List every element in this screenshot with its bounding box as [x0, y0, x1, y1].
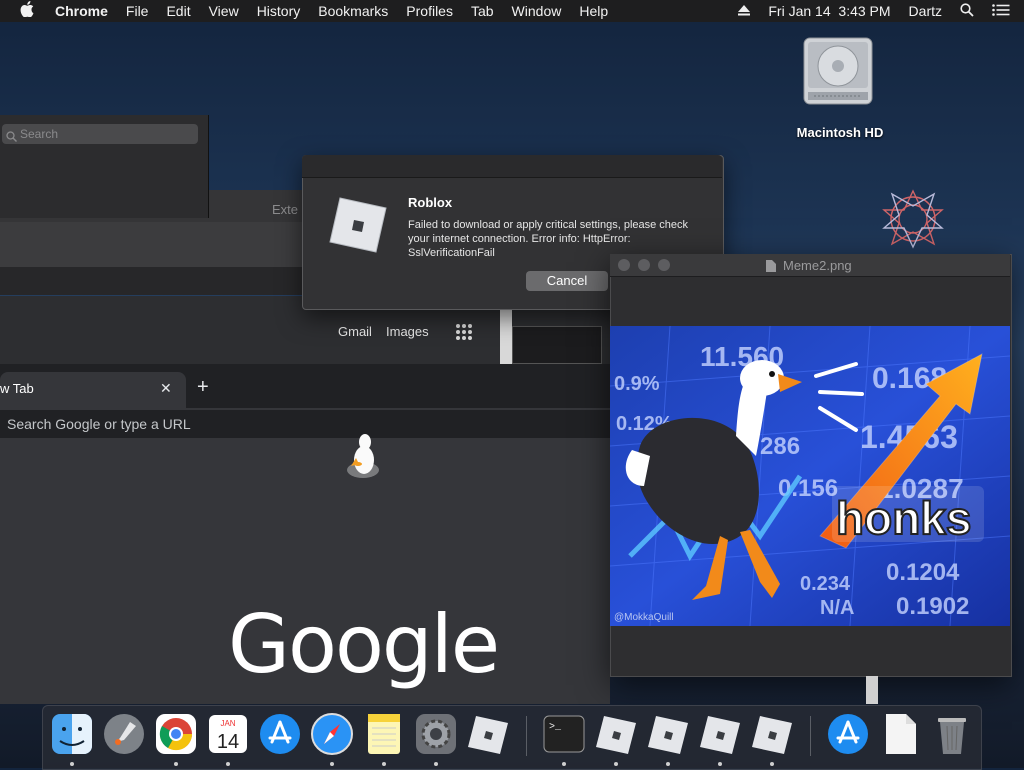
trash-icon[interactable]	[930, 712, 974, 756]
svg-text:>_: >_	[549, 722, 562, 733]
app-store-icon[interactable]	[258, 712, 302, 756]
dock-divider	[526, 716, 527, 756]
meme-number: 0.1204	[886, 559, 960, 586]
apple-menu-icon[interactable]	[0, 1, 46, 21]
menu-history[interactable]: History	[248, 3, 310, 19]
menu-view[interactable]: View	[200, 3, 248, 19]
roblox-launcher-icon[interactable]	[750, 712, 794, 756]
chrome-icon[interactable]	[154, 712, 198, 756]
search-icon	[6, 128, 17, 148]
meme-image: 11.560 0.168 1.4563 1.0287 0.1204 0.1902…	[609, 325, 1011, 627]
menu-file[interactable]: File	[117, 3, 158, 19]
running-indicator	[382, 762, 386, 766]
document-icon	[766, 259, 776, 272]
launchpad-icon[interactable]	[102, 712, 146, 756]
menu-help[interactable]: Help	[570, 3, 617, 19]
alert-title: Roblox	[408, 195, 453, 210]
search-placeholder: Search	[20, 127, 59, 141]
close-window-button[interactable]	[618, 259, 630, 271]
menu-app-name[interactable]: Chrome	[46, 3, 117, 19]
running-indicator	[174, 762, 178, 766]
preview-window-title: Meme2.png	[783, 258, 852, 273]
roblox-dock-icon[interactable]	[466, 712, 510, 756]
images-link[interactable]: Images	[386, 324, 429, 339]
cancel-button[interactable]: Cancel	[526, 271, 608, 291]
menu-edit[interactable]: Edit	[157, 3, 199, 19]
meme-watermark: @MokkaQuill	[614, 612, 674, 623]
running-indicator	[330, 762, 334, 766]
dock-divider	[810, 716, 811, 756]
meme-number: 286	[760, 433, 800, 460]
meme-number: N/A	[820, 597, 854, 619]
document-stack-icon[interactable]	[878, 712, 922, 756]
window-divider	[500, 310, 512, 364]
omnibox-input[interactable]: Search Google or type a URL	[0, 410, 610, 438]
calendar-icon[interactable]: JAN 14	[206, 712, 250, 756]
eject-icon[interactable]	[729, 3, 759, 19]
meme-number: 0.234	[800, 573, 851, 595]
preview-bottom-area	[611, 627, 1009, 675]
menu-clock[interactable]: Fri Jan 14 3:43 PM	[759, 3, 899, 19]
menu-profiles[interactable]: Profiles	[397, 3, 462, 19]
roblox-studio-icon[interactable]	[646, 712, 690, 756]
meme-caption: honks	[836, 492, 971, 544]
roblox-icon	[326, 194, 388, 256]
meme-number: 0.9%	[614, 373, 660, 395]
running-indicator	[226, 762, 230, 766]
background-window-band-dark	[0, 267, 320, 295]
running-indicator	[434, 762, 438, 766]
spotlight-search-icon[interactable]	[951, 2, 983, 20]
google-apps-icon[interactable]	[455, 323, 473, 341]
menu-window[interactable]: Window	[503, 3, 571, 19]
background-ext-label: Exte	[272, 202, 299, 217]
decorative-snowflake-icon	[872, 186, 954, 252]
running-indicator	[614, 762, 618, 766]
running-indicator	[70, 762, 74, 766]
system-preferences-icon[interactable]	[414, 712, 458, 756]
terminal-icon[interactable]: >_	[542, 712, 586, 756]
calendar-day: 14	[217, 731, 239, 753]
meme-number: 0.1902	[896, 593, 969, 620]
minimize-window-button[interactable]	[638, 259, 650, 271]
notification-center-icon[interactable]	[983, 3, 1024, 19]
window-divider	[866, 676, 878, 704]
google-logo: Google	[228, 598, 500, 691]
running-indicator	[666, 762, 670, 766]
finder-icon[interactable]	[50, 712, 94, 756]
macintosh-hd-label: Macintosh HD	[796, 125, 884, 140]
preview-toolbar	[611, 277, 1009, 325]
roblox-player-icon[interactable]	[594, 712, 638, 756]
calendar-month: JAN	[220, 719, 235, 728]
menu-tab[interactable]: Tab	[462, 3, 503, 19]
background-window-band	[0, 222, 320, 267]
background-window-fragment	[512, 326, 602, 364]
running-indicator	[770, 762, 774, 766]
menu-bookmarks[interactable]: Bookmarks	[309, 3, 397, 19]
downloads-folder-icon[interactable]	[826, 712, 870, 756]
roblox-app-icon[interactable]	[698, 712, 742, 756]
tab-title[interactable]: w Tab	[0, 381, 34, 396]
background-search-field[interactable]: Search	[2, 124, 198, 144]
zoom-window-button[interactable]	[658, 259, 670, 271]
running-indicator	[718, 762, 722, 766]
gmail-link[interactable]: Gmail	[338, 324, 372, 339]
new-tab-button[interactable]: +	[197, 376, 209, 399]
macintosh-hd-icon[interactable]	[800, 34, 876, 110]
running-indicator	[562, 762, 566, 766]
desktop-goose-icon[interactable]	[344, 430, 382, 480]
alert-titlebar[interactable]	[302, 155, 722, 178]
notes-icon[interactable]	[362, 712, 406, 756]
tab-close-icon[interactable]: ✕	[160, 380, 172, 397]
menu-user[interactable]: Dartz	[900, 3, 951, 19]
safari-icon[interactable]	[310, 712, 354, 756]
menu-bar: Chrome File Edit View History Bookmarks …	[0, 0, 1024, 22]
